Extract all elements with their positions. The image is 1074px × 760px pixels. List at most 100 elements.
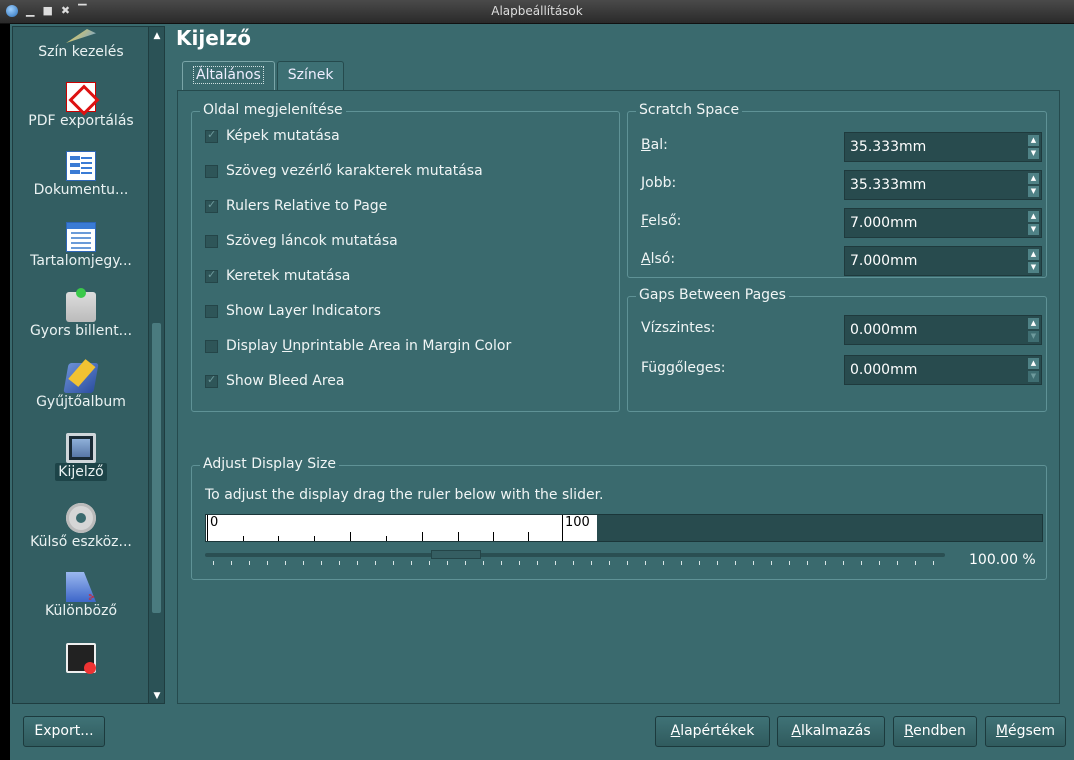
checkbox-icon[interactable]	[205, 304, 218, 318]
show-pictures-checkbox[interactable]: Képek mutatása	[205, 128, 340, 144]
sidebar-item-external-tools[interactable]: Külső eszköz...	[13, 503, 149, 551]
cancel-button[interactable]: Mégsem	[985, 716, 1066, 747]
checkbox-icon[interactable]	[205, 234, 218, 248]
slider-tick	[609, 561, 610, 565]
checkbox-icon[interactable]	[205, 339, 218, 353]
sidebar-item-plugins[interactable]	[13, 643, 149, 674]
sidebar-item-display[interactable]: Kijelző	[13, 433, 149, 481]
checkbox-label: Szöveg vezérlő karakterek mutatása	[226, 163, 483, 179]
scratch-left-spinbox[interactable]: 35.333mm ▲ ▼	[844, 132, 1042, 162]
slider-tick	[645, 561, 646, 565]
export-button[interactable]: Export...	[23, 716, 105, 747]
checkbox-label: Szöveg láncok mutatása	[226, 233, 398, 249]
tab-colors[interactable]: Színek	[276, 61, 345, 90]
tab-general[interactable]: Általános	[182, 61, 275, 92]
slider-tick	[627, 561, 628, 565]
slider-tick	[897, 561, 898, 565]
spin-down-icon[interactable]: ▼	[1028, 224, 1039, 235]
spin-down-icon[interactable]: ▼	[1028, 262, 1039, 273]
slider-tick	[699, 561, 700, 565]
checkbox-icon[interactable]	[205, 268, 218, 283]
defaults-button[interactable]: Alapértékek	[655, 716, 770, 747]
gaps-between-pages-group: Gaps Between Pages Vízszintes: 0.000mm ▲ ▼…	[627, 287, 1047, 412]
rulers-relative-checkbox[interactable]: Rulers Relative to Page	[205, 198, 387, 214]
apply-button[interactable]: Alkalmazás	[777, 716, 885, 747]
sidebar-item-color-management[interactable]: Szín kezelés	[13, 29, 149, 61]
spin-down-icon[interactable]: ▼	[1028, 186, 1039, 197]
spin-down-icon[interactable]: ▼	[1028, 371, 1039, 382]
checkbox-icon[interactable]	[205, 164, 218, 178]
slider-handle[interactable]	[431, 550, 481, 559]
scratch-bottom-spinbox[interactable]: 7.000mm ▲ ▼	[844, 246, 1042, 276]
spin-up-icon[interactable]: ▲	[1028, 135, 1039, 146]
spin-down-icon[interactable]: ▼	[1028, 331, 1039, 342]
gap-vertical-spinbox[interactable]: 0.000mm ▲ ▼	[844, 355, 1042, 385]
page-display-group: Oldal megjelenítése Képek mutatása Szöve…	[191, 102, 620, 412]
scrollbar-thumb[interactable]	[152, 323, 161, 613]
gap-horizontal-row: Vízszintes: 0.000mm ▲ ▼	[641, 315, 1042, 345]
unprintable-area-checkbox[interactable]: Display Unprintable Area in Margin Color	[205, 338, 511, 354]
sidebar-item-shortcuts[interactable]: Gyors billent...	[13, 288, 149, 340]
spin-up-icon[interactable]: ▲	[1028, 173, 1039, 184]
sidebar-item-miscellaneous[interactable]: Különböző	[13, 572, 149, 620]
field-label: Vízszintes:	[641, 320, 716, 336]
show-layer-indicators-checkbox[interactable]: Show Layer Indicators	[205, 303, 381, 319]
plugin-icon	[66, 643, 96, 674]
group-title: Adjust Display Size	[200, 456, 340, 472]
scratch-top-row: Felső: 7.000mm ▲ ▼	[641, 208, 1042, 238]
slider-tick	[483, 561, 484, 565]
spin-down-icon[interactable]: ▼	[1028, 148, 1039, 159]
spinbox-value[interactable]: 35.333mm	[850, 177, 926, 193]
slider-tick	[825, 561, 826, 565]
slider-tick	[321, 561, 322, 565]
sidebar-item-pdf-export[interactable]: PDF exportálás	[13, 82, 149, 130]
scratch-bottom-row: Alsó: 7.000mm ▲ ▼	[641, 246, 1042, 276]
scratch-right-spinbox[interactable]: 35.333mm ▲ ▼	[844, 170, 1042, 200]
scroll-up-icon[interactable]: ▲	[149, 27, 164, 45]
slider-tick	[303, 561, 304, 565]
slider-tick	[537, 561, 538, 565]
checkbox-icon[interactable]	[205, 373, 218, 388]
checkbox-icon[interactable]	[205, 198, 218, 213]
sidebar-item-toc[interactable]: Tartalomjegy...	[13, 222, 149, 270]
spinbox-value[interactable]: 7.000mm	[850, 253, 917, 269]
sidebar-item-scrapbook[interactable]: Gyűjtőalbum	[13, 363, 149, 411]
spin-up-icon[interactable]: ▲	[1028, 318, 1039, 329]
show-frames-checkbox[interactable]: Keretek mutatása	[205, 268, 350, 284]
document-icon	[66, 151, 96, 181]
main-panel: Kijelző Általános Színek Oldal megjelení…	[176, 26, 1060, 704]
spinbox-value[interactable]: 0.000mm	[850, 322, 917, 338]
gap-horizontal-spinbox[interactable]: 0.000mm ▲ ▼	[844, 315, 1042, 345]
miscellaneous-icon	[66, 572, 96, 602]
ok-button[interactable]: Rendben	[893, 716, 977, 747]
slider-tick	[447, 561, 448, 565]
spinbox-value[interactable]: 7.000mm	[850, 215, 917, 231]
field-label: Függőleges:	[641, 360, 726, 376]
display-ruler[interactable]: 0 100	[205, 514, 1043, 542]
scroll-down-icon[interactable]: ▼	[149, 687, 164, 703]
spinbox-value[interactable]: 0.000mm	[850, 362, 917, 378]
show-bleed-area-checkbox[interactable]: Show Bleed Area	[205, 373, 345, 389]
sidebar-item-label: Tartalomjegy...	[30, 253, 132, 269]
spinbox-value[interactable]: 35.333mm	[850, 139, 926, 155]
slider-tick	[285, 561, 286, 565]
sidebar-item-document[interactable]: Dokumentu...	[13, 151, 149, 199]
slider-tick	[717, 561, 718, 565]
ruler-end-label: 100	[565, 515, 590, 530]
spin-up-icon[interactable]: ▲	[1028, 358, 1039, 369]
display-size-slider[interactable]	[205, 550, 945, 570]
slider-tick	[231, 561, 232, 565]
display-size-percent: 100.00 %	[969, 552, 1036, 568]
tab-pane-general: Oldal megjelenítése Képek mutatása Szöve…	[177, 90, 1060, 704]
slider-tick	[771, 561, 772, 565]
sidebar-scrollbar[interactable]: ▲ ▼	[148, 27, 164, 703]
slider-track[interactable]	[205, 553, 945, 557]
scratch-top-spinbox[interactable]: 7.000mm ▲ ▼	[844, 208, 1042, 238]
slider-tick	[501, 561, 502, 565]
show-text-chains-checkbox[interactable]: Szöveg láncok mutatása	[205, 233, 398, 249]
show-control-chars-checkbox[interactable]: Szöveg vezérlő karakterek mutatása	[205, 163, 483, 179]
spin-up-icon[interactable]: ▲	[1028, 249, 1039, 260]
spin-up-icon[interactable]: ▲	[1028, 211, 1039, 222]
sidebar-item-label: Dokumentu...	[33, 182, 129, 198]
checkbox-icon[interactable]	[205, 128, 218, 143]
